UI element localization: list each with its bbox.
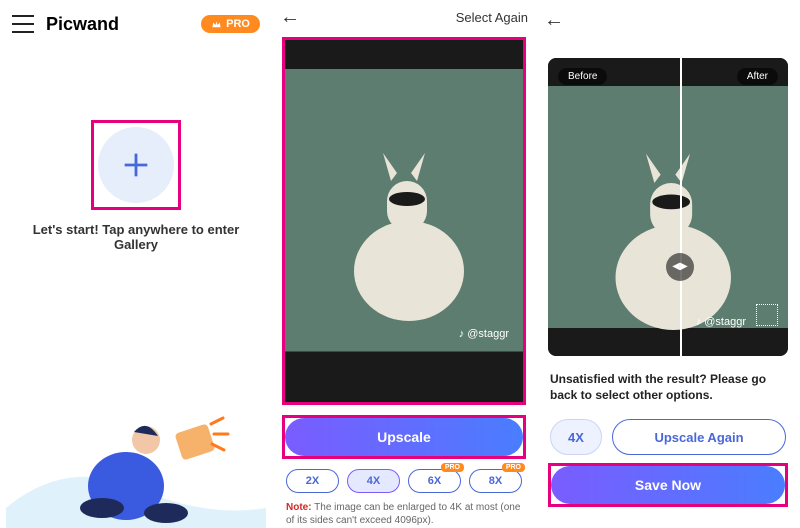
start-text: Let's start! Tap anywhere to enter Galle…	[12, 222, 260, 252]
pro-badge[interactable]: PRO	[201, 15, 260, 33]
upscale-highlight-frame: Upscale	[282, 415, 526, 459]
figure-illustration	[339, 121, 469, 321]
menu-icon[interactable]	[12, 15, 34, 33]
save-now-button[interactable]: Save Now	[551, 466, 785, 504]
compare-divider	[680, 58, 682, 356]
upscale-button[interactable]: Upscale	[285, 418, 523, 456]
watermark: ♪ @staggr	[459, 328, 509, 340]
resize-icon[interactable]	[756, 304, 778, 326]
plus-icon	[119, 148, 153, 182]
figure-illustration	[598, 120, 738, 330]
scale-4x-pill[interactable]: 4X	[550, 419, 602, 455]
add-highlight-frame	[91, 120, 181, 210]
scale-2x-button[interactable]: 2X	[286, 469, 339, 493]
image-frame: ♪ @staggr	[282, 37, 526, 405]
select-again-button[interactable]: Select Again	[456, 10, 528, 25]
upscale-again-button[interactable]: Upscale Again	[612, 419, 786, 455]
pro-tag: PRO	[441, 463, 464, 472]
back-icon[interactable]: ←	[280, 6, 300, 29]
scale-4x-button[interactable]: 4X	[347, 469, 400, 493]
before-label: Before	[558, 68, 607, 85]
after-label: After	[737, 68, 778, 85]
pro-tag: PRO	[502, 463, 525, 472]
preview-image: ♪ @staggr	[285, 40, 523, 402]
note-text: Note: The image can be enlarged to 4K at…	[286, 501, 522, 527]
scale-6x-button[interactable]: 6XPRO	[408, 469, 461, 493]
compare-box: Before After ◀▶ ♪ @staggr	[548, 58, 788, 356]
back-icon[interactable]: ←	[544, 9, 564, 32]
crown-icon	[211, 19, 222, 30]
scale-8x-button[interactable]: 8XPRO	[469, 469, 522, 493]
app-title: Picwand	[46, 14, 119, 35]
watermark: ♪ @staggr	[696, 316, 746, 328]
save-highlight-frame: Save Now	[548, 463, 788, 507]
add-button[interactable]	[98, 127, 174, 203]
illustration	[0, 368, 272, 528]
compare-slider-handle[interactable]: ◀▶	[666, 253, 694, 281]
unsatisfied-text: Unsatisfied with the result? Please go b…	[550, 372, 786, 403]
